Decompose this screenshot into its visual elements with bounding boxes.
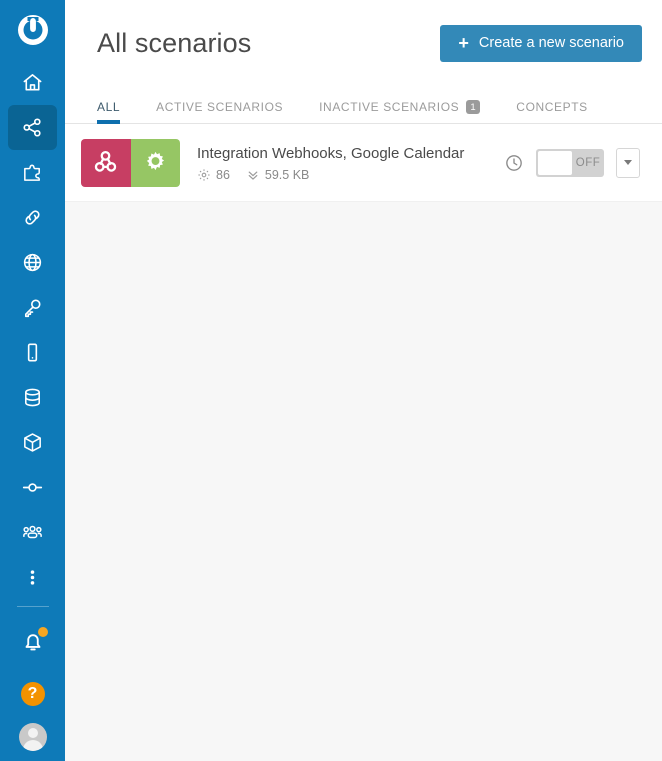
tab-concepts-label: CONCEPTS: [516, 100, 588, 114]
integromat-logo[interactable]: [0, 0, 65, 60]
sidebar-item-connections[interactable]: [8, 195, 57, 240]
gear-glyph: [146, 151, 164, 171]
sidebar-item-apps[interactable]: [8, 420, 57, 465]
scenario-operations: 86: [197, 168, 230, 182]
home-icon: [23, 74, 42, 91]
main-area: All scenarios + Create a new scenario AL…: [65, 0, 662, 761]
sidebar-item-help[interactable]: ?: [8, 675, 57, 712]
sidebar-item-home[interactable]: [8, 60, 57, 105]
gear-icon: [198, 169, 210, 181]
page-title: All scenarios: [97, 27, 252, 58]
user-avatar-icon: [18, 722, 47, 751]
question-mark-icon: ?: [20, 681, 45, 706]
link-icon: [25, 210, 40, 226]
sidebar-item-devices[interactable]: [8, 330, 57, 375]
tab-inactive-scenarios[interactable]: INACTIVE SCENARIOS 1: [319, 100, 481, 123]
sidebar-item-more[interactable]: [8, 555, 57, 600]
scenario-controls: OFF: [504, 147, 640, 178]
globe-icon: [23, 254, 42, 272]
tab-bar: ALL ACTIVE SCENARIOS INACTIVE SCENARIOS …: [65, 86, 662, 124]
scenario-title: Integration Webhooks, Google Calendar: [197, 145, 465, 163]
create-button-label: Create a new scenario: [478, 35, 624, 51]
tab-active-label: ACTIVE SCENARIOS: [156, 100, 284, 114]
tab-inactive-label: INACTIVE SCENARIOS: [319, 100, 460, 114]
puzzle-icon: [24, 164, 40, 182]
sidebar-item-notifications[interactable]: [8, 619, 57, 663]
sidebar-divider: [16, 606, 49, 608]
tab-inactive-badge: 1: [466, 100, 481, 114]
toggle-state-label: OFF: [575, 156, 601, 169]
scenario-row[interactable]: Integration Webhooks, Google Calendar 86: [65, 124, 662, 202]
notification-badge: [37, 627, 48, 638]
toggle-knob: [538, 150, 572, 175]
app-root: ? All scenarios + Create a new scenario …: [0, 0, 662, 761]
tab-all-label: ALL: [97, 100, 121, 114]
chevrons-down-icon: [248, 171, 258, 180]
create-new-scenario-button[interactable]: + Create a new scenario: [440, 24, 642, 62]
tab-concepts[interactable]: CONCEPTS: [516, 100, 587, 123]
sidebar-item-account[interactable]: [8, 712, 57, 761]
sidebar-item-team[interactable]: [8, 510, 57, 555]
scenario-info: Integration Webhooks, Google Calendar 86: [180, 143, 504, 182]
sidebar-item-keys[interactable]: [8, 285, 57, 330]
page-header: All scenarios + Create a new scenario: [65, 0, 662, 86]
google-calendar-icon: [130, 138, 180, 187]
avatar-head: [27, 727, 38, 738]
share-nodes-icon: [23, 118, 41, 137]
sidebar-item-datastores[interactable]: [8, 375, 57, 420]
sidebar-item-scenarios[interactable]: [8, 105, 57, 151]
sidebar-item-webhooks[interactable]: [8, 240, 57, 285]
cube-icon: [24, 433, 41, 453]
sidebar-nav: [0, 60, 65, 600]
clock-icon[interactable]: [504, 153, 524, 173]
chevron-down-icon: [624, 160, 632, 165]
sidebar-item-nodes[interactable]: [8, 465, 57, 510]
users-icon: [23, 526, 42, 539]
database-icon: [25, 389, 40, 407]
key-icon: [24, 299, 41, 318]
tab-all[interactable]: ALL: [97, 100, 121, 124]
scenario-toggle[interactable]: OFF: [536, 148, 604, 177]
scenario-meta: 86 59.5 KB: [197, 168, 504, 182]
tab-active-scenarios[interactable]: ACTIVE SCENARIOS: [156, 100, 283, 123]
more-vertical-icon: [30, 570, 35, 586]
bell-wrapper: [20, 627, 48, 654]
scenario-menu-button[interactable]: [616, 147, 640, 178]
scenario-app-icons: [81, 138, 180, 187]
scenario-list: Integration Webhooks, Google Calendar 86: [65, 124, 662, 761]
node-icon: [22, 483, 43, 493]
operations-value: 86: [216, 167, 230, 182]
scenario-data-transfer: 59.5 KB: [246, 168, 309, 182]
webhooks-glyph: [95, 150, 117, 172]
data-transfer-value: 59.5 KB: [264, 167, 310, 182]
plus-icon: +: [458, 33, 469, 53]
mobile-icon: [27, 343, 38, 362]
integromat-logo-icon: [17, 15, 48, 46]
sidebar-item-templates[interactable]: [8, 150, 57, 195]
sidebar: ?: [0, 0, 65, 761]
avatar-body: [22, 739, 43, 751]
webhooks-icon: [81, 138, 131, 187]
